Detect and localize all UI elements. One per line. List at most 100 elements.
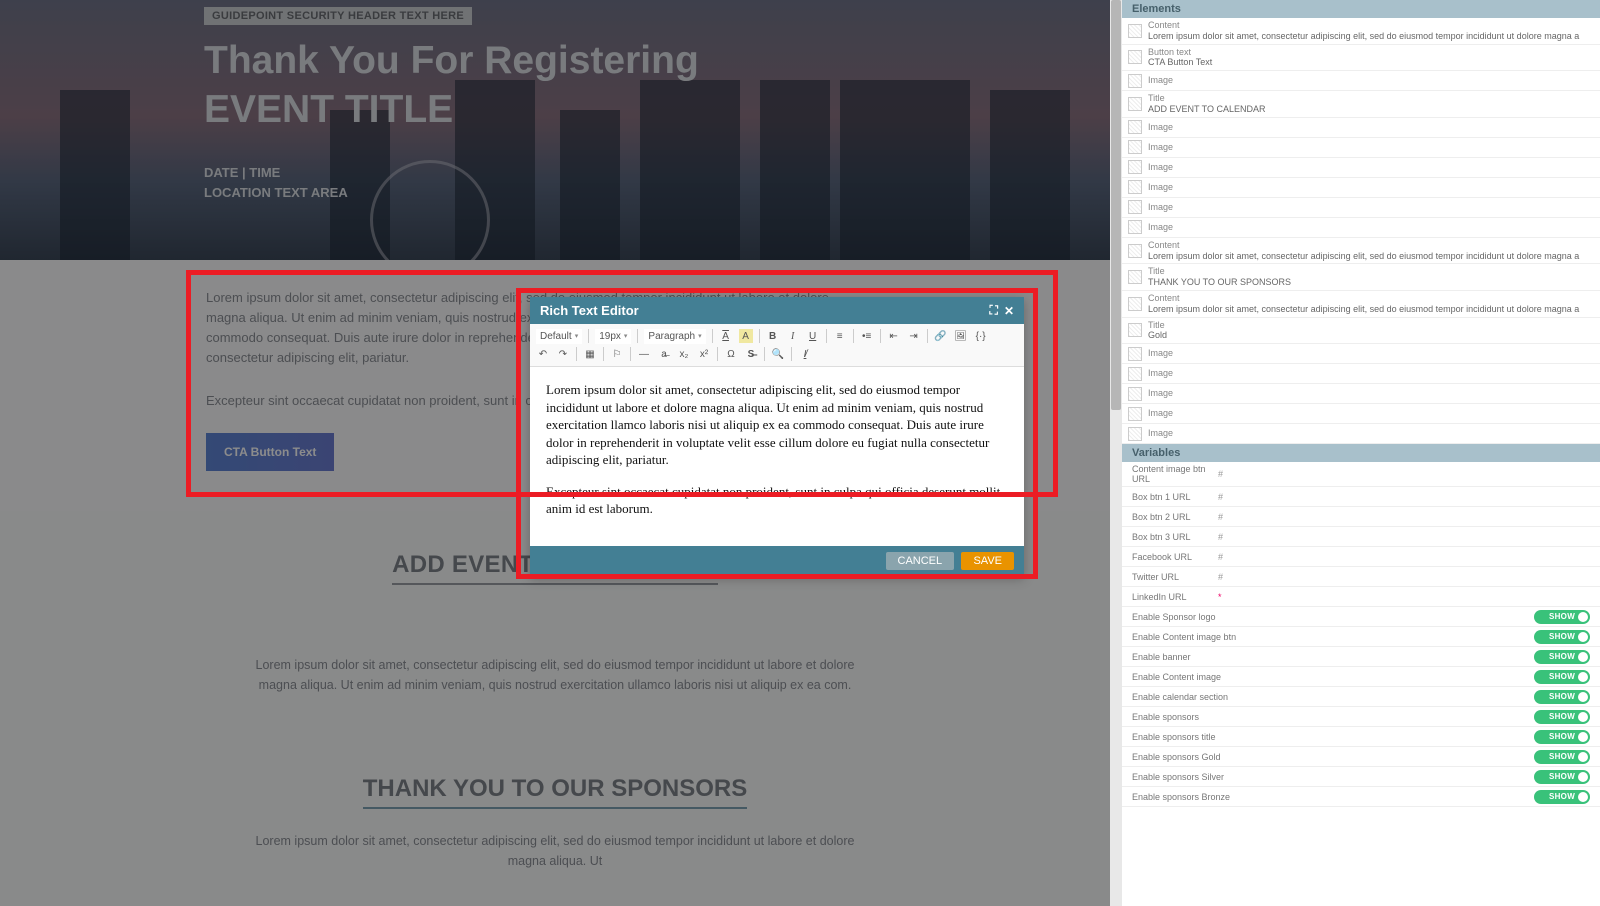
indent-icon[interactable]: ⇥: [907, 329, 921, 343]
variable-row[interactable]: Box btn 3 URL#: [1122, 527, 1600, 547]
strike-format-icon[interactable]: S̶: [744, 347, 758, 361]
italic-icon[interactable]: I: [786, 329, 800, 343]
rte-footer: CANCEL SAVE: [530, 546, 1024, 576]
element-thumb-icon: [1128, 220, 1142, 234]
element-type-label: Content: [1148, 20, 1594, 31]
variable-name: Box btn 1 URL: [1132, 492, 1218, 502]
underline-icon[interactable]: U: [806, 329, 820, 343]
outdent-icon[interactable]: ⇤: [887, 329, 901, 343]
find-icon[interactable]: 🔍: [771, 347, 785, 361]
variable-value[interactable]: #: [1218, 469, 1590, 479]
element-row[interactable]: ContentLorem ipsum dolor sit amet, conse…: [1122, 238, 1600, 265]
element-row[interactable]: Image: [1122, 138, 1600, 158]
element-row[interactable]: TitleADD EVENT TO CALENDAR: [1122, 91, 1600, 118]
subscript-icon[interactable]: x₂: [677, 347, 691, 361]
horizontal-rule-icon[interactable]: —: [637, 347, 651, 361]
show-hide-toggle[interactable]: SHOW: [1534, 710, 1590, 724]
variable-row[interactable]: Box btn 1 URL#: [1122, 487, 1600, 507]
font-family-select[interactable]: Default: [536, 329, 582, 344]
rte-paragraph-2[interactable]: Excepteur sint occaecat cupidatat non pr…: [546, 483, 1008, 518]
element-row[interactable]: ContentLorem ipsum dolor sit amet, conse…: [1122, 291, 1600, 318]
hero-tag: GUIDEPOINT SECURITY HEADER TEXT HERE: [204, 7, 472, 25]
undo-icon[interactable]: ↶: [536, 347, 550, 361]
table-icon[interactable]: ▦: [583, 347, 597, 361]
variables-panel-header[interactable]: Variables: [1122, 444, 1600, 462]
variable-value[interactable]: #: [1218, 552, 1590, 562]
cancel-button[interactable]: CANCEL: [886, 552, 955, 570]
show-hide-toggle[interactable]: SHOW: [1534, 790, 1590, 804]
element-row[interactable]: Image: [1122, 71, 1600, 91]
variable-row[interactable]: Content image btn URL#: [1122, 462, 1600, 487]
variable-value[interactable]: #: [1218, 512, 1590, 522]
variable-icon[interactable]: {·}: [974, 329, 988, 343]
cta-button[interactable]: CTA Button Text: [206, 433, 334, 472]
variable-value[interactable]: #: [1218, 532, 1590, 542]
save-button[interactable]: SAVE: [961, 552, 1014, 570]
element-row[interactable]: Button textCTA Button Text: [1122, 45, 1600, 72]
close-icon[interactable]: ✕: [1004, 304, 1014, 318]
show-hide-toggle[interactable]: SHOW: [1534, 650, 1590, 664]
element-type-label: Button text: [1148, 47, 1594, 58]
element-row[interactable]: ContentLorem ipsum dolor sit amet, conse…: [1122, 18, 1600, 45]
show-hide-toggle[interactable]: SHOW: [1534, 770, 1590, 784]
show-hide-toggle[interactable]: SHOW: [1534, 610, 1590, 624]
rte-body[interactable]: Lorem ipsum dolor sit amet, consectetur …: [530, 367, 1024, 546]
element-row[interactable]: Image: [1122, 198, 1600, 218]
variable-value[interactable]: #: [1218, 572, 1590, 582]
rte-paragraph-1[interactable]: Lorem ipsum dolor sit amet, consectetur …: [546, 381, 1008, 469]
variable-row[interactable]: Twitter URL#: [1122, 567, 1600, 587]
variable-value[interactable]: *: [1218, 592, 1590, 602]
variable-value[interactable]: #: [1218, 492, 1590, 502]
toggle-row: Enable Content imageSHOW: [1122, 667, 1600, 687]
show-hide-toggle[interactable]: SHOW: [1534, 690, 1590, 704]
block-format-select[interactable]: Paragraph: [644, 329, 705, 344]
variable-row[interactable]: Facebook URL#: [1122, 547, 1600, 567]
special-char-icon[interactable]: Ω: [724, 347, 738, 361]
element-type-label: Image: [1148, 122, 1594, 133]
bold-icon[interactable]: B: [766, 329, 780, 343]
calendar-icon-row: [0, 615, 1110, 633]
element-type-label: Image: [1148, 388, 1594, 399]
link-icon[interactable]: 🔗: [934, 329, 948, 343]
anchor-icon[interactable]: ⚐: [610, 347, 624, 361]
variable-row[interactable]: LinkedIn URL*: [1122, 587, 1600, 607]
expand-icon[interactable]: ⛶: [990, 303, 998, 318]
element-row[interactable]: TitleTHANK YOU TO OUR SPONSORS: [1122, 264, 1600, 291]
elements-panel-header[interactable]: Elements: [1122, 0, 1600, 18]
bullet-list-icon[interactable]: •≡: [860, 329, 874, 343]
element-row[interactable]: Image: [1122, 218, 1600, 238]
element-row[interactable]: Image: [1122, 178, 1600, 198]
scrollbar-thumb[interactable]: [1111, 0, 1121, 410]
variable-row[interactable]: Box btn 2 URL#: [1122, 507, 1600, 527]
element-row[interactable]: Image: [1122, 344, 1600, 364]
clear-format-icon[interactable]: I̸: [798, 347, 812, 361]
font-color-icon[interactable]: A: [719, 329, 733, 343]
preview-scrollbar[interactable]: [1110, 0, 1122, 906]
element-row[interactable]: Image: [1122, 384, 1600, 404]
strikethrough-icon[interactable]: a̶: [657, 347, 671, 361]
align-icon[interactable]: ≡: [833, 329, 847, 343]
redo-icon[interactable]: ↷: [556, 347, 570, 361]
element-thumb-icon: [1128, 140, 1142, 154]
image-icon[interactable]: 🖼: [954, 329, 968, 343]
element-type-label: Content: [1148, 240, 1594, 251]
highlight-color-icon[interactable]: A: [739, 329, 753, 343]
element-type-label: Image: [1148, 428, 1594, 439]
toggle-label: Enable calendar section: [1132, 692, 1534, 702]
toggle-row: Enable bannerSHOW: [1122, 647, 1600, 667]
element-row[interactable]: Image: [1122, 158, 1600, 178]
element-row[interactable]: Image: [1122, 424, 1600, 444]
element-type-label: Image: [1148, 202, 1594, 213]
element-row[interactable]: Image: [1122, 118, 1600, 138]
font-size-select[interactable]: 19px: [595, 329, 631, 344]
element-row[interactable]: Image: [1122, 404, 1600, 424]
element-value-label: Gold: [1148, 330, 1594, 341]
show-hide-toggle[interactable]: SHOW: [1534, 730, 1590, 744]
show-hide-toggle[interactable]: SHOW: [1534, 750, 1590, 764]
rte-header[interactable]: Rich Text Editor ⛶ ✕: [530, 297, 1024, 324]
element-row[interactable]: Image: [1122, 364, 1600, 384]
superscript-icon[interactable]: x²: [697, 347, 711, 361]
show-hide-toggle[interactable]: SHOW: [1534, 630, 1590, 644]
element-row[interactable]: TitleGold: [1122, 318, 1600, 345]
show-hide-toggle[interactable]: SHOW: [1534, 670, 1590, 684]
